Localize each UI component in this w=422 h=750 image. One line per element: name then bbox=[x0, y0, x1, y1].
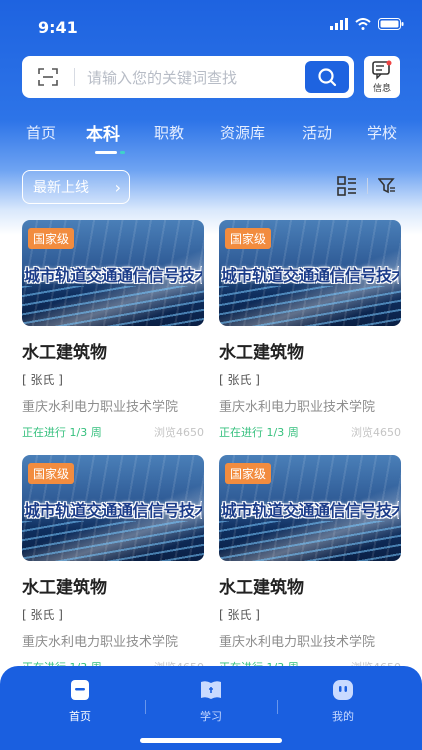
search-icon bbox=[318, 68, 337, 87]
book-icon bbox=[199, 678, 223, 702]
thumbnail-title: 城市轨道交通通信信号技术 bbox=[221, 501, 399, 519]
course-card[interactable]: 城市轨道交通通信信号技术 国家级 水工建筑物 [ 张氏 ] 重庆水利电力职业技术… bbox=[219, 220, 401, 440]
home-icon bbox=[68, 678, 92, 702]
filter-icon[interactable] bbox=[378, 177, 396, 195]
course-school: 重庆水利电力职业技术学院 bbox=[22, 635, 179, 650]
tab-home[interactable]: 首页 bbox=[26, 122, 56, 143]
course-thumbnail[interactable]: 城市轨道交通通信信号技术 国家级 bbox=[219, 455, 401, 561]
message-label: 信息 bbox=[372, 84, 391, 94]
category-tabs: 首页 本科 职教 资源库 活动 学校 bbox=[0, 118, 422, 158]
status-bar: 9:41 bbox=[0, 0, 422, 50]
course-card[interactable]: 城市轨道交通通信信号技术 国家级 水工建筑物 [ 张氏 ] 重庆水利电力职业技术… bbox=[22, 455, 204, 675]
tab-resource-library[interactable]: 资源库 bbox=[220, 122, 265, 143]
course-teacher: [ 张氏 ] bbox=[219, 608, 260, 622]
course-teacher: [ 张氏 ] bbox=[219, 373, 260, 387]
tabbar-label-home: 首页 bbox=[69, 710, 91, 723]
course-teacher: [ 张氏 ] bbox=[22, 373, 63, 387]
course-views: 浏览4650 bbox=[351, 426, 401, 439]
tabbar-item-study[interactable]: 学习 bbox=[181, 678, 241, 724]
course-thumbnail[interactable]: 城市轨道交通通信信号技术 国家级 bbox=[22, 220, 204, 326]
course-name: 水工建筑物 bbox=[219, 578, 304, 598]
battery-icon bbox=[378, 18, 404, 30]
level-badge: 国家级 bbox=[28, 463, 75, 484]
tabbar-item-profile[interactable]: 我的 bbox=[313, 678, 373, 724]
thumbnail-title: 城市轨道交通通信信号技术 bbox=[24, 266, 202, 284]
view-tools bbox=[337, 176, 396, 196]
course-views: 浏览4650 bbox=[154, 426, 204, 439]
tab-vocational[interactable]: 职教 bbox=[154, 122, 184, 143]
tab-undergraduate[interactable]: 本科 bbox=[86, 120, 120, 145]
course-school: 重庆水利电力职业技术学院 bbox=[219, 635, 376, 650]
tabbar-label-profile: 我的 bbox=[332, 710, 354, 723]
course-name: 水工建筑物 bbox=[219, 343, 304, 363]
tabbar-label-study: 学习 bbox=[200, 710, 222, 723]
search-bar[interactable]: 请输入您的关键词查找 bbox=[22, 56, 354, 98]
signal-icon bbox=[330, 18, 348, 30]
app-screen: 9:41 请输入您的关键词查找 信息 首页 本科 职教 资源库 活动 学校 最新… bbox=[0, 0, 422, 750]
course-thumbnail[interactable]: 城市轨道交通通信信号技术 国家级 bbox=[22, 455, 204, 561]
tabbar-item-home[interactable]: 首页 bbox=[50, 678, 110, 724]
tabbar-divider bbox=[145, 700, 146, 714]
course-name: 水工建筑物 bbox=[22, 578, 107, 598]
tab-activities[interactable]: 活动 bbox=[302, 122, 332, 143]
level-badge: 国家级 bbox=[225, 463, 272, 484]
latest-filter-label: 最新上线 bbox=[33, 180, 89, 196]
course-meta: 正在进行 1/3 周 浏览4650 bbox=[219, 424, 401, 440]
chevron-right-icon: › bbox=[114, 177, 121, 197]
status-time: 9:41 bbox=[38, 18, 78, 37]
wifi-icon bbox=[355, 18, 371, 30]
latest-filter-button[interactable]: 最新上线 › bbox=[22, 170, 130, 204]
grid-view-icon[interactable] bbox=[337, 176, 357, 196]
tabbar-divider bbox=[277, 700, 278, 714]
course-school: 重庆水利电力职业技术学院 bbox=[22, 400, 179, 415]
tools-divider bbox=[367, 178, 368, 194]
thumbnail-rail-graphic bbox=[219, 521, 401, 561]
tab-schools[interactable]: 学校 bbox=[367, 122, 397, 143]
scan-icon[interactable] bbox=[22, 56, 74, 98]
search-input[interactable]: 请输入您的关键词查找 bbox=[75, 67, 305, 88]
profile-icon bbox=[331, 678, 355, 702]
level-badge: 国家级 bbox=[225, 228, 272, 249]
course-card[interactable]: 城市轨道交通通信信号技术 国家级 水工建筑物 [ 张氏 ] 重庆水利电力职业技术… bbox=[219, 455, 401, 675]
level-badge: 国家级 bbox=[28, 228, 75, 249]
course-status: 正在进行 1/3 周 bbox=[22, 426, 102, 439]
message-button[interactable]: 信息 bbox=[364, 56, 400, 98]
home-indicator bbox=[140, 738, 282, 743]
thumbnail-title: 城市轨道交通通信信号技术 bbox=[221, 266, 399, 284]
course-card[interactable]: 城市轨道交通通信信号技术 国家级 水工建筑物 [ 张氏 ] 重庆水利电力职业技术… bbox=[22, 220, 204, 440]
course-school: 重庆水利电力职业技术学院 bbox=[219, 400, 376, 415]
course-status: 正在进行 1/3 周 bbox=[219, 426, 299, 439]
search-button[interactable] bbox=[305, 61, 349, 93]
course-teacher: [ 张氏 ] bbox=[22, 608, 63, 622]
message-icon bbox=[372, 60, 392, 80]
thumbnail-rail-graphic bbox=[219, 286, 401, 326]
thumbnail-title: 城市轨道交通通信信号技术 bbox=[24, 501, 202, 519]
course-name: 水工建筑物 bbox=[22, 343, 107, 363]
course-thumbnail[interactable]: 城市轨道交通通信信号技术 国家级 bbox=[219, 220, 401, 326]
thumbnail-rail-graphic bbox=[22, 286, 204, 326]
active-tab-indicator bbox=[95, 151, 125, 154]
thumbnail-rail-graphic bbox=[22, 521, 204, 561]
course-meta: 正在进行 1/3 周 浏览4650 bbox=[22, 424, 204, 440]
status-icons bbox=[330, 18, 404, 30]
